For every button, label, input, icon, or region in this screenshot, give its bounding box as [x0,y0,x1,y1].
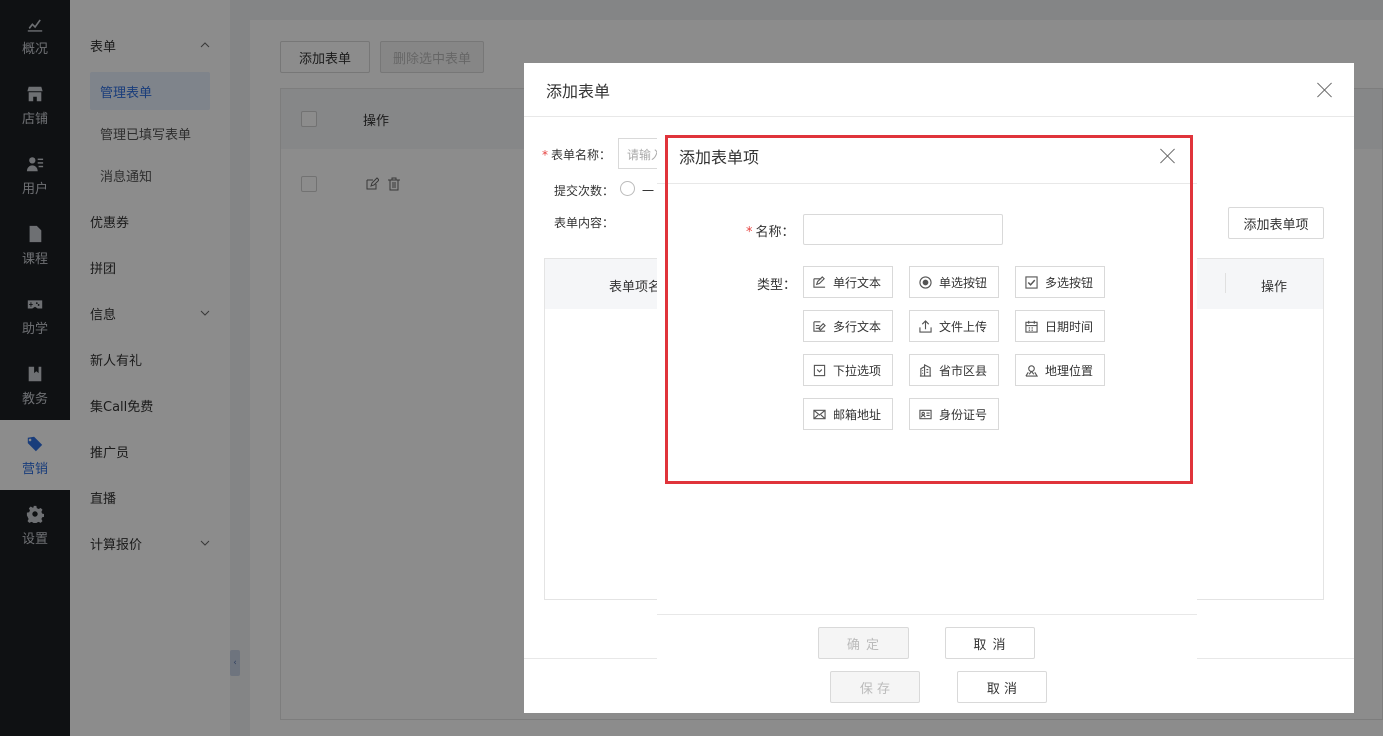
type-label: 日期时间 [1045,319,1094,334]
close-icon[interactable] [1316,82,1332,98]
dialog-header: 添加表单项 [657,129,1197,184]
id-card-icon [918,407,932,421]
type-label: 多行文本 [833,319,882,334]
dialog-footer: 确 定 取 消 [657,614,1197,669]
dialog-title: 添加表单 [546,81,611,101]
dialog-title: 添加表单项 [679,148,760,167]
radio-icon [918,275,932,289]
save-button[interactable]: 保 存 [830,671,920,703]
type-label: 多选按钮 [1045,275,1094,290]
confirm-button[interactable]: 确 定 [818,627,909,659]
building-icon [918,363,932,377]
add-item-button[interactable]: 添加表单项 [1228,207,1324,239]
form-name-label: * 表单名称： [542,148,612,162]
dialog-header: 添加表单 [524,63,1354,117]
col-op: 操作 [1261,280,1288,295]
calendar-icon [1024,319,1038,333]
type-label: 下拉选项 [833,363,882,378]
type-datetime[interactable]: 日期时间 [1015,310,1105,342]
submit-times-radio[interactable] [620,181,635,196]
type-dropdown[interactable]: 下拉选项 [803,354,893,386]
type-label: 单选按钮 [939,275,988,290]
submit-times-label: 提交次数： [554,184,615,198]
location-icon [1024,363,1038,377]
type-id-card[interactable]: 身份证号 [909,398,999,430]
type-label: 身份证号 [939,407,988,422]
cancel-button[interactable]: 取 消 [945,627,1035,659]
close-icon[interactable] [1159,148,1175,164]
type-checkbox[interactable]: 多选按钮 [1015,266,1105,298]
type-label: 省市区县 [939,363,988,378]
type-location[interactable]: 地理位置 [1015,354,1105,386]
type-label: 邮箱地址 [833,407,882,422]
upload-icon [918,319,932,333]
add-form-item-dialog: 添加表单项 * 名称： 类型： 单行文本 单选按钮 多选按钮 多行文本 文件上传 … [657,129,1197,669]
type-multi-line[interactable]: 多行文本 [803,310,893,342]
type-single-line[interactable]: 单行文本 [803,266,893,298]
single-line-icon [812,275,826,289]
column-divider [1225,273,1226,293]
submit-times-option: 一 [642,184,655,198]
form-content-label: 表单内容： [554,216,615,230]
item-name-input[interactable] [803,214,1003,245]
col-item-name: 表单项名 [609,280,662,295]
checkbox-icon [1024,275,1038,289]
type-label: 单行文本 [833,275,882,290]
type-radio[interactable]: 单选按钮 [909,266,999,298]
dropdown-icon [812,363,826,377]
mail-icon [812,407,826,421]
type-upload[interactable]: 文件上传 [909,310,999,342]
type-label: 文件上传 [939,319,988,334]
item-type-label: 类型： [757,278,797,293]
type-region[interactable]: 省市区县 [909,354,999,386]
item-name-label: * 名称： [746,225,795,240]
multi-line-icon [812,319,826,333]
cancel-button[interactable]: 取 消 [957,671,1047,703]
type-label: 地理位置 [1045,363,1094,378]
type-email[interactable]: 邮箱地址 [803,398,893,430]
